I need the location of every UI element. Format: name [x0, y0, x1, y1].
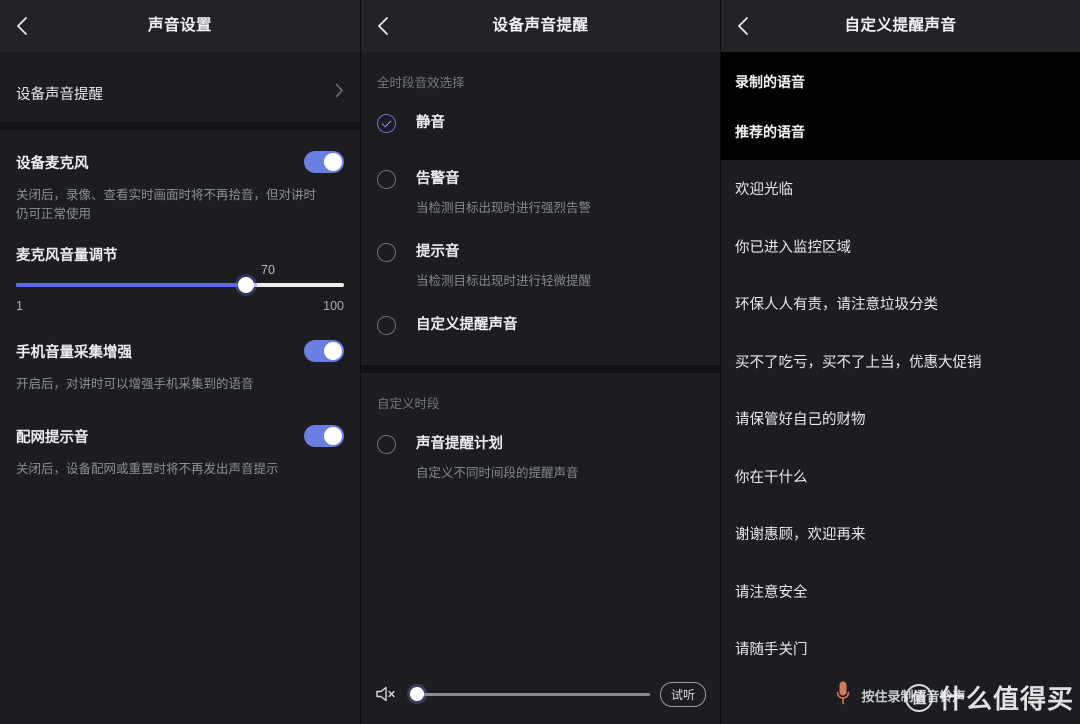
preview-volume-bar: 试听: [361, 664, 720, 724]
mic-volume-range: 1 100: [0, 299, 360, 313]
chevron-right-icon: [335, 83, 344, 103]
network-prompt-tone-row[interactable]: 配网提示音: [0, 416, 360, 456]
option-alarm-tone[interactable]: 告警音 当检测目标出现时进行强烈告警: [361, 153, 720, 218]
toggle-knob: [324, 153, 342, 171]
preview-volume-thumb[interactable]: [410, 687, 424, 701]
back-button[interactable]: [721, 0, 765, 52]
page-title: 设备声音提醒: [492, 17, 589, 34]
radio-icon[interactable]: [377, 435, 396, 454]
radio-icon[interactable]: [377, 243, 396, 262]
record-voice-label: 按住录制语音铃声: [861, 688, 966, 704]
slider-thumb[interactable]: [237, 277, 254, 293]
panel-sound-settings: 声音设置 设备声音提醒 设备麦克风 关闭后，录像、查看实时画面时将不再拾音，但对…: [0, 0, 360, 724]
option-mute[interactable]: 静音: [361, 91, 720, 135]
panel2-header: 设备声音提醒: [361, 0, 720, 52]
radio-selected-icon[interactable]: [377, 114, 396, 133]
section-divider: [0, 122, 360, 130]
radio-icon[interactable]: [377, 170, 396, 189]
record-voice-button[interactable]: 按住录制语音铃声: [721, 666, 1080, 724]
list-item[interactable]: 欢迎光临: [721, 160, 1080, 218]
page-title: 自定义提醒声音: [844, 17, 957, 34]
section-recorded-voice[interactable]: 录制的语音: [721, 64, 1080, 100]
device-microphone-toggle[interactable]: [304, 151, 344, 173]
custom-period-label: 自定义时段: [377, 397, 440, 411]
network-prompt-tone-toggle[interactable]: [304, 425, 344, 447]
device-sound-reminder-section: 设备声音提醒: [0, 64, 360, 122]
option-label: 告警音: [416, 171, 460, 187]
mic-volume-title: 麦克风音量调节: [16, 248, 118, 264]
list-item[interactable]: 请保管好自己的财物: [721, 390, 1080, 448]
mic-volume-min: 1: [16, 299, 23, 313]
nav-device-sound-reminder[interactable]: 设备声音提醒: [0, 64, 360, 122]
panel-device-sound-reminder: 设备声音提醒 全时段音效选择 静音 告警音 当检测目标出现时进行强烈告警 提示音…: [360, 0, 720, 724]
microphone-section: 设备麦克风 关闭后，录像、查看实时画面时将不再拾音，但对讲时仍可正常使用 麦克风…: [0, 142, 360, 479]
option-label: 静音: [416, 115, 445, 131]
list-item[interactable]: 你已进入监控区域: [721, 218, 1080, 276]
speaker-mute-icon[interactable]: [375, 685, 397, 703]
preview-button[interactable]: 试听: [659, 681, 706, 707]
voice-section-headers: 录制的语音 推荐的语音: [721, 52, 1080, 160]
option-desc: 自定义不同时间段的提醒声音: [416, 466, 579, 480]
list-item[interactable]: 买不了吃亏，买不了上当，优惠大促销: [721, 333, 1080, 391]
option-desc: 当检测目标出现时进行强烈告警: [416, 201, 592, 215]
mic-volume-slider[interactable]: 70: [0, 263, 360, 293]
phone-volume-boost-toggle[interactable]: [304, 340, 344, 362]
option-label: 声音提醒计划: [416, 436, 503, 452]
phone-volume-boost-desc: 开启后，对讲时可以增强手机采集到的语音: [16, 377, 254, 391]
phone-volume-boost-row[interactable]: 手机音量采集增强: [0, 331, 360, 371]
back-button[interactable]: [0, 0, 44, 52]
option-prompt-tone[interactable]: 提示音 当检测目标出现时进行轻微提醒: [361, 218, 720, 291]
option-label: 自定义提醒声音: [416, 317, 518, 333]
chevron-left-icon: [737, 16, 749, 36]
list-item[interactable]: 谢谢惠顾，欢迎再来: [721, 505, 1080, 563]
device-microphone-desc: 关闭后，录像、查看实时画面时将不再拾音，但对讲时仍可正常使用: [16, 188, 317, 221]
radio-icon[interactable]: [377, 316, 396, 335]
option-desc: 当检测目标出现时进行轻微提醒: [416, 274, 592, 288]
panel-custom-reminder-sound: 自定义提醒声音 录制的语音 推荐的语音 欢迎光临 你已进入监控区域 环保人人有责…: [720, 0, 1080, 724]
list-item[interactable]: 请注意安全: [721, 563, 1080, 621]
back-button[interactable]: [361, 0, 405, 52]
preview-volume-slider[interactable]: [410, 687, 650, 701]
panel3-header: 自定义提醒声音: [721, 0, 1080, 52]
all-day-effect-label: 全时段音效选择: [377, 76, 465, 90]
nav-label: 设备声音提醒: [16, 86, 103, 103]
section-recommended-voice[interactable]: 推荐的语音: [721, 114, 1080, 150]
voice-list: 欢迎光临 你已进入监控区域 环保人人有责，请注意垃圾分类 买不了吃亏，买不了上当…: [721, 160, 1080, 678]
toggle-knob: [324, 342, 342, 360]
page-title: 声音设置: [147, 17, 212, 34]
list-item[interactable]: 环保人人有责，请注意垃圾分类: [721, 275, 1080, 333]
device-microphone-label: 设备麦克风: [16, 155, 89, 172]
option-custom-tone[interactable]: 自定义提醒声音: [361, 291, 720, 337]
mic-volume-max: 100: [323, 299, 344, 313]
option-label: 提示音: [416, 244, 460, 260]
slider-track[interactable]: [16, 277, 344, 293]
option-sound-schedule[interactable]: 声音提醒计划 自定义不同时间段的提醒声音: [361, 412, 720, 483]
network-prompt-tone-desc: 关闭后，设备配网或重置时将不再发出声音提示: [16, 462, 279, 476]
list-item[interactable]: 你在干什么: [721, 448, 1080, 506]
microphone-icon: [835, 680, 851, 711]
device-microphone-row[interactable]: 设备麦克风: [0, 142, 360, 182]
panel1-header: 声音设置: [0, 0, 360, 52]
mic-volume-value: 70: [261, 263, 275, 277]
three-panel-screenshot: 声音设置 设备声音提醒 设备麦克风 关闭后，录像、查看实时画面时将不再拾音，但对…: [0, 0, 1080, 724]
phone-volume-boost-label: 手机音量采集增强: [16, 344, 132, 361]
toggle-knob: [324, 427, 342, 445]
chevron-left-icon: [16, 16, 28, 36]
slider-fill: [16, 283, 246, 287]
section-divider: [361, 365, 720, 373]
chevron-left-icon: [377, 16, 389, 36]
network-prompt-tone-label: 配网提示音: [16, 429, 89, 446]
